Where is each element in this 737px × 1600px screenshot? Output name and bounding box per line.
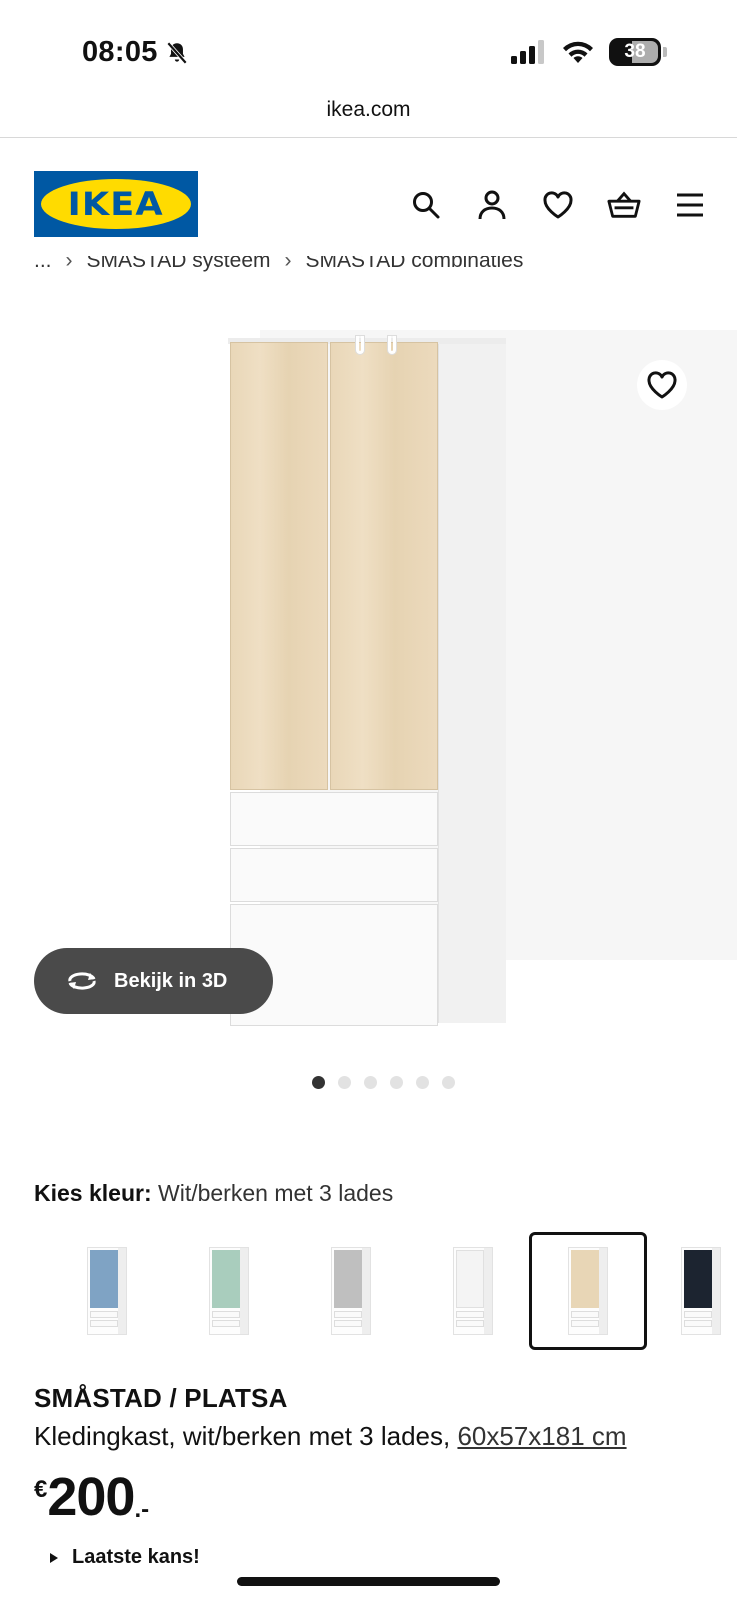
colour-label: Kies kleur: Wit/berken met 3 lades [34, 1180, 393, 1207]
site-header: IKEA [0, 138, 737, 253]
last-chance-toggle[interactable]: Laatste kans! [50, 1546, 200, 1569]
colour-swatch-blue[interactable] [48, 1232, 166, 1350]
signal-icon [511, 40, 544, 64]
colour-swatch-white[interactable] [414, 1232, 532, 1350]
colour-swatch-grey[interactable] [292, 1232, 410, 1350]
colour-value: Wit/berken met 3 lades [158, 1180, 394, 1206]
last-chance-label: Laatste kans! [72, 1546, 200, 1568]
carousel-dot[interactable] [390, 1076, 403, 1089]
rotate-3d-icon [68, 972, 96, 990]
carousel-dot[interactable] [338, 1076, 351, 1089]
ikea-logo[interactable]: IKEA [34, 171, 198, 237]
product-name: SMÅSTAD / PLATSA [34, 1383, 288, 1413]
status-bar: 08:05 38 [0, 0, 737, 100]
user-icon[interactable] [475, 188, 509, 222]
basket-icon[interactable] [607, 188, 641, 222]
heart-icon[interactable] [541, 188, 575, 222]
heart-icon [647, 371, 677, 399]
header-icon-bar [409, 188, 707, 222]
colour-swatch-mint[interactable] [170, 1232, 288, 1350]
bell-muted-icon [166, 41, 187, 64]
address-bar[interactable]: ikea.com [0, 98, 737, 138]
wifi-icon [563, 41, 593, 63]
product-gallery[interactable]: Bekijk in 3D [0, 330, 737, 1050]
view-in-3d-label: Bekijk in 3D [114, 969, 228, 992]
colour-swatch-birch[interactable] [529, 1232, 647, 1350]
product-price: € 200 .- [34, 1470, 149, 1524]
price-currency: € [34, 1476, 48, 1503]
view-in-3d-button[interactable]: Bekijk in 3D [34, 948, 273, 1014]
add-to-favourites-button[interactable] [637, 360, 687, 410]
carousel-dot[interactable] [416, 1076, 429, 1089]
breadcrumb-item[interactable]: ... [34, 256, 52, 276]
carousel-dot[interactable] [442, 1076, 455, 1089]
battery-level-text: 38 [624, 41, 646, 62]
home-indicator[interactable] [237, 1577, 500, 1586]
search-icon[interactable] [409, 188, 443, 222]
chevron-right-icon: › [284, 256, 292, 272]
carousel-dot[interactable] [312, 1076, 325, 1089]
price-decimal: .- [134, 1496, 150, 1523]
caret-right-icon [50, 1552, 58, 1563]
product-description-text: Kledingkast, wit/berken met 3 lades, [34, 1421, 458, 1451]
breadcrumb-item[interactable]: SMÅSTAD combinaties [306, 256, 524, 276]
status-time: 08:05 [82, 36, 190, 69]
colour-swatch-black[interactable] [665, 1232, 737, 1350]
colour-swatches [0, 1232, 737, 1352]
price-amount: 200 [47, 1467, 135, 1527]
logo-text: IKEA [67, 185, 165, 223]
carousel-pagination [0, 1076, 737, 1089]
breadcrumb: ... › SMÅSTAD systeem › SMÅSTAD combinat… [34, 256, 523, 276]
colour-label-title: Kies kleur: [34, 1180, 152, 1206]
product-dimensions-link[interactable]: 60x57x181 cm [457, 1421, 626, 1451]
menu-icon[interactable] [673, 188, 707, 222]
battery-indicator: 38 [609, 38, 661, 66]
chevron-right-icon: › [65, 256, 73, 272]
url-text: ikea.com [326, 98, 411, 121]
breadcrumb-item[interactable]: SMÅSTAD systeem [87, 256, 271, 276]
product-image [228, 336, 506, 1038]
status-indicators: 38 [511, 38, 667, 66]
product-description: Kledingkast, wit/berken met 3 lades, 60x… [34, 1421, 627, 1452]
time-text: 08:05 [82, 36, 158, 68]
carousel-dot[interactable] [364, 1076, 377, 1089]
